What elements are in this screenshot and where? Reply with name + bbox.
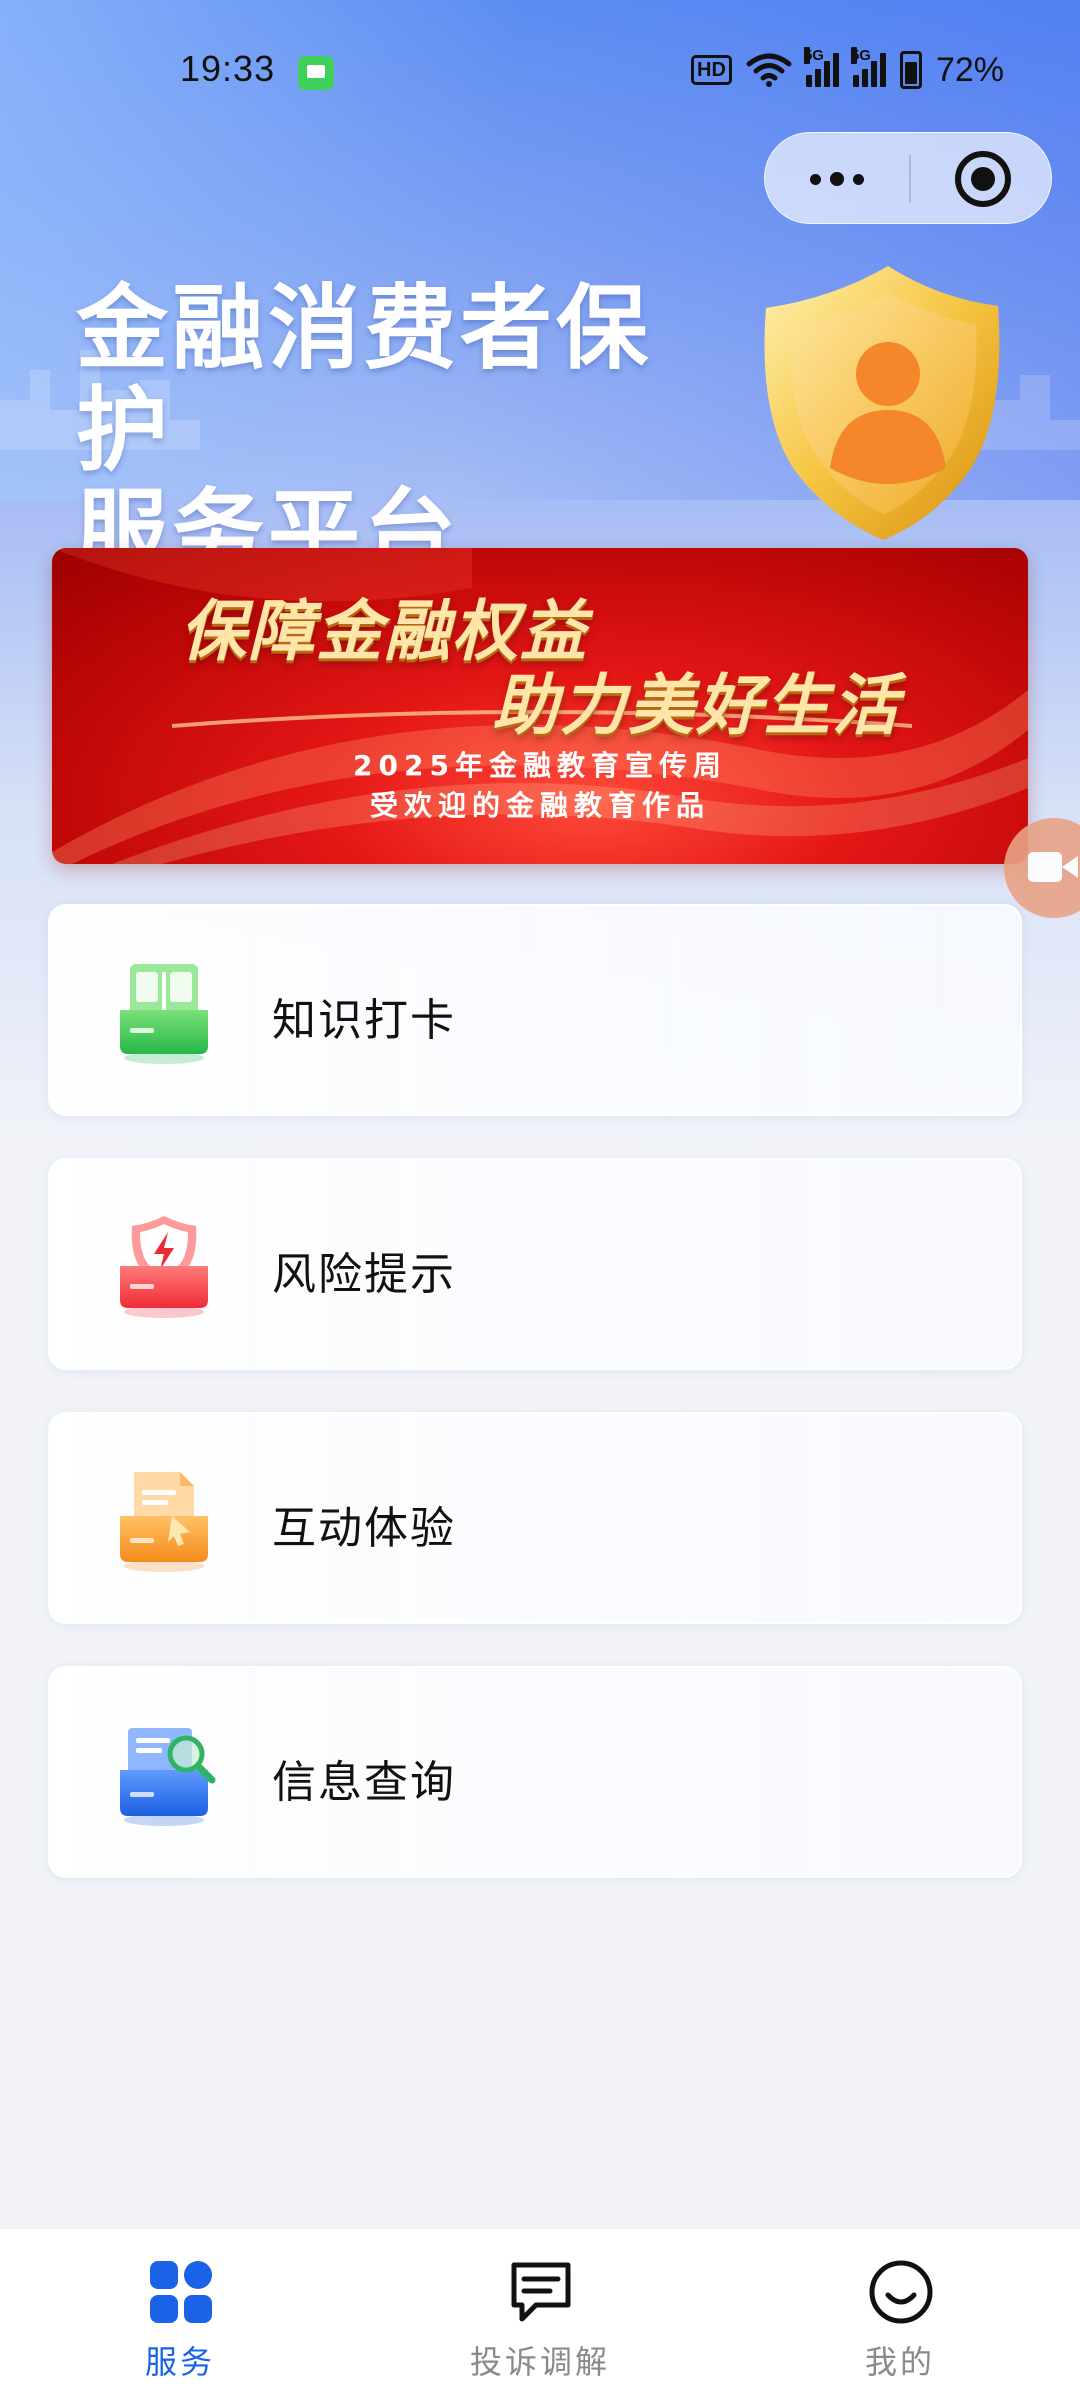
miniprogram-capsule xyxy=(764,132,1052,224)
status-indicators: HD 5G 5G 72% xyxy=(691,47,1004,92)
tab-label: 我的 xyxy=(864,2343,935,2381)
title-line-1: 金融消费者保护 xyxy=(76,275,653,484)
risk-alert-icon xyxy=(120,1216,208,1318)
menu-label: 风险提示 xyxy=(272,1249,456,1300)
menu-label: 互动体验 xyxy=(272,1503,456,1554)
message-notification-icon xyxy=(298,56,334,90)
book-icon xyxy=(120,964,208,1064)
tab-label: 投诉调解 xyxy=(469,2343,610,2381)
menu-item-information-query[interactable]: 信息查询 xyxy=(48,1666,1022,1878)
tab-complaint-mediation[interactable]: 投诉调解 xyxy=(360,2229,720,2400)
promo-banner[interactable]: 保障金融权益 助力美好生活 2025年金融教育宣传周 受欢迎的金融教育作品 xyxy=(52,548,1028,864)
chat-bubble-icon xyxy=(511,2262,571,2322)
banner-subtitle-1: 2025年金融教育宣传周 xyxy=(353,749,727,782)
tab-service[interactable]: 服务 xyxy=(0,2229,360,2400)
wifi-icon xyxy=(746,53,792,87)
menu-item-risk-alert[interactable]: 风险提示 xyxy=(48,1158,1022,1370)
status-bar: 19:33 HD 5G 5G 72% xyxy=(0,0,1080,140)
capsule-divider xyxy=(909,155,911,203)
bottom-tab-bar: 服务 投诉调解 我的 xyxy=(0,2228,1080,2400)
battery-icon xyxy=(899,51,922,89)
tab-label: 服务 xyxy=(144,2343,215,2381)
video-camera-icon xyxy=(1028,852,1078,882)
banner-subtitle-2: 受欢迎的金融教育作品 xyxy=(369,789,710,822)
hd-voice-icon: HD xyxy=(691,55,732,85)
target-close-icon[interactable] xyxy=(955,151,1011,207)
more-dots-icon[interactable] xyxy=(765,133,909,225)
page-title: 金融消费者保护 服务平台 xyxy=(76,278,716,584)
shield-user-icon xyxy=(764,266,1000,540)
service-menu: 知识打卡 风险提示 互动体验 信息查询 xyxy=(48,904,1022,1920)
menu-item-knowledge-checkin[interactable]: 知识打卡 xyxy=(48,904,1022,1116)
status-time: 19:33 xyxy=(180,48,276,89)
battery-percent: 72% xyxy=(935,50,1004,89)
menu-item-interactive-experience[interactable]: 互动体验 xyxy=(48,1412,1022,1624)
banner-headline-2: 助力美好生活 xyxy=(492,667,900,744)
tab-mine[interactable]: 我的 xyxy=(720,2229,1080,2400)
smile-icon xyxy=(869,2260,933,2324)
menu-label: 知识打卡 xyxy=(272,995,456,1046)
grid-icon xyxy=(150,2261,212,2323)
signal-icon: 5G xyxy=(803,47,839,87)
menu-label: 信息查询 xyxy=(272,1757,456,1808)
interactive-envelope-icon xyxy=(120,1472,208,1572)
signal-icon: 5G xyxy=(850,47,886,87)
search-document-icon xyxy=(120,1728,216,1826)
